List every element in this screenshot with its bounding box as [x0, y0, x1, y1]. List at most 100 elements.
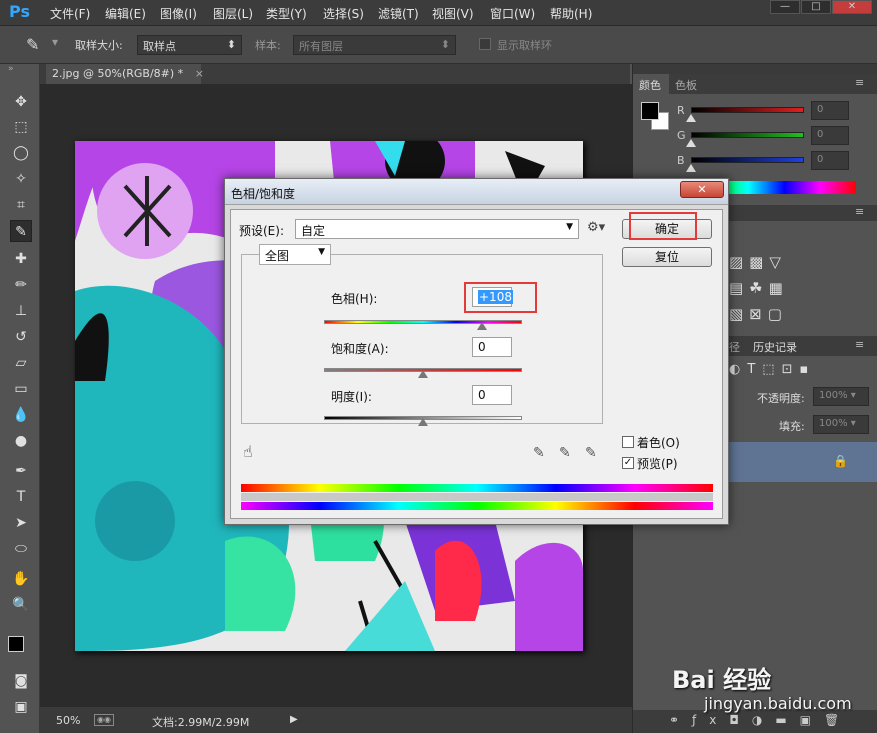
blur-tool-icon[interactable]: 💧 — [10, 404, 32, 426]
channel-slider-track[interactable] — [691, 107, 804, 113]
menu-item[interactable]: 选择(S) — [323, 5, 364, 22]
preset-value: 自定 — [301, 224, 326, 238]
status-bar: 50% ◉◉ 文档:2.99M/2.99M ▶ — [40, 706, 632, 733]
menu-item[interactable]: 视图(V) — [432, 5, 474, 22]
layers-panel-menu-icon[interactable]: ≡ — [855, 338, 864, 351]
colorize-checkbox[interactable] — [622, 436, 634, 448]
menu-item[interactable]: 窗口(W) — [490, 5, 535, 22]
type-tool-icon[interactable]: T — [10, 486, 32, 508]
sample-label: 样本: — [255, 39, 281, 52]
channel-slider-track[interactable] — [691, 157, 804, 163]
lightness-input[interactable]: 0 — [472, 385, 512, 405]
screen-mode-icon[interactable]: ▣ — [10, 696, 32, 718]
sample-select[interactable]: 所有图层 ⬍ — [293, 35, 456, 55]
layer-row-background[interactable]: 🔒 — [729, 442, 877, 482]
document-tab[interactable]: 2.jpg @ 50%(RGB/8#) * × — [46, 64, 204, 84]
menu-item[interactable]: 图像(I) — [160, 5, 197, 22]
panel-dock-collapse-bar[interactable] — [633, 64, 877, 74]
dodge-tool-icon[interactable]: ● — [10, 430, 32, 452]
zoom-level[interactable]: 50% — [56, 714, 80, 727]
sample-size-select[interactable]: 取样点 ⬍ — [137, 35, 242, 55]
quick-select-tool-icon[interactable]: ✧ — [10, 168, 32, 190]
status-menu-arrow-icon[interactable]: ▶ — [290, 714, 298, 725]
restore-button[interactable]: □ — [801, 0, 831, 14]
subtract-from-sample-eyedropper-icon[interactable]: ✎ — [585, 445, 597, 461]
hue-slider-track[interactable] — [324, 320, 522, 324]
adjustment-icons-row2[interactable]: ▤☘▦ — [729, 279, 789, 297]
channel-value-input[interactable]: 0 — [811, 101, 849, 120]
channel-slider-track[interactable] — [691, 132, 804, 138]
layer-filter-icons[interactable]: ◐T⬚⊡▪ — [729, 362, 815, 377]
close-tab-icon[interactable]: × — [195, 67, 204, 80]
path-select-tool-icon[interactable]: ➤ — [10, 512, 32, 534]
preset-options-gear-icon[interactable]: ⚙▾ — [587, 220, 605, 235]
eyedropper-icon[interactable]: ✎ — [533, 445, 545, 461]
marquee-tool-icon[interactable]: ⬚ — [10, 116, 32, 138]
preset-select[interactable]: 自定 ▼ — [295, 219, 579, 239]
ellipse-tool-icon[interactable]: ⬭ — [10, 538, 32, 560]
menu-item[interactable]: 类型(Y) — [266, 5, 307, 22]
preset-label: 预设(E): — [239, 224, 284, 238]
hue-highlight-box — [464, 282, 537, 313]
menu-item[interactable]: 帮助(H) — [550, 5, 592, 22]
reset-button[interactable]: 复位 — [622, 247, 712, 267]
hue-slider-thumb[interactable] — [477, 322, 488, 330]
hand-tool-icon[interactable]: ✋ — [10, 568, 32, 590]
preview-label: 预览(P) — [637, 457, 678, 471]
lasso-tool-icon[interactable]: ◯ — [10, 142, 32, 164]
foreground-color-swatch[interactable] — [8, 636, 24, 652]
tab-paths-partial[interactable]: 径 — [729, 339, 740, 355]
channel-value-input[interactable]: 0 — [811, 126, 849, 145]
show-ring-checkbox[interactable] — [479, 38, 491, 50]
menu-item[interactable]: 滤镜(T) — [378, 5, 419, 22]
crop-tool-icon[interactable]: ⌗ — [10, 194, 32, 216]
saturation-slider-thumb[interactable] — [418, 370, 428, 378]
edit-range-select[interactable]: 全图 ▼ — [259, 244, 331, 265]
adjustments-panel-menu-icon[interactable]: ≡ — [855, 205, 864, 218]
eyedropper-tool-icon[interactable]: ✎ — [26, 35, 39, 54]
menu-item[interactable]: 图层(L) — [213, 5, 253, 22]
menu-item[interactable]: 编辑(E) — [105, 5, 146, 22]
channel-slider-thumb[interactable] — [686, 164, 696, 172]
range-indicator-bar — [241, 493, 713, 501]
dialog-close-button[interactable]: ✕ — [680, 181, 724, 198]
pen-tool-icon[interactable]: ✒ — [10, 460, 32, 482]
move-tool-icon[interactable]: ✥ — [10, 91, 32, 113]
preview-checkbox[interactable]: ✓ — [622, 457, 634, 469]
saturation-input[interactable]: 0 — [472, 337, 512, 357]
brush-tool-icon[interactable]: ✏ — [10, 274, 32, 296]
menu-item[interactable]: 文件(F) — [50, 5, 90, 22]
add-to-sample-eyedropper-icon[interactable]: ✎ — [559, 445, 571, 461]
adjustment-icons-row1[interactable]: ▨▩▽ — [729, 253, 787, 271]
eraser-tool-icon[interactable]: ▱ — [10, 352, 32, 374]
tab-swatches[interactable]: 色板 — [675, 77, 697, 93]
healing-brush-tool-icon[interactable]: ✚ — [10, 248, 32, 270]
history-brush-tool-icon[interactable]: ↺ — [10, 326, 32, 348]
lightness-slider-thumb[interactable] — [418, 418, 428, 426]
targeted-adjust-hand-icon[interactable]: ☝ — [243, 442, 253, 461]
layer-lock-icon: 🔒 — [833, 454, 848, 468]
opacity-input[interactable]: 100% ▾ — [813, 387, 869, 406]
close-window-button[interactable]: ✕ — [832, 0, 872, 14]
tab-history[interactable]: 历史记录 — [753, 339, 797, 355]
tool-preset-chevron-icon[interactable]: ▾ — [52, 35, 58, 49]
layer-action-icons[interactable]: ⚭ƒx◘◑▬▣🗑 — [669, 713, 852, 727]
fill-input[interactable]: 100% ▾ — [813, 415, 869, 434]
channel-slider-thumb[interactable] — [686, 139, 696, 147]
tab-color[interactable]: 颜色 — [633, 74, 669, 94]
minimize-button[interactable]: — — [770, 0, 800, 14]
gradient-tool-icon[interactable]: ▭ — [10, 378, 32, 400]
collapse-toolbox-icon[interactable]: » — [8, 64, 14, 74]
panel-foreground-swatch[interactable] — [641, 102, 659, 120]
channel-value-input[interactable]: 0 — [811, 151, 849, 170]
adjustment-icons-row3[interactable]: ▧⊠▢ — [729, 305, 788, 323]
zoom-tool-icon[interactable]: 🔍 — [10, 594, 32, 616]
ok-highlight-box — [629, 212, 697, 240]
status-toggle-icon[interactable]: ◉◉ — [94, 714, 114, 726]
clone-stamp-tool-icon[interactable]: ⊥ — [10, 300, 32, 322]
color-panel-menu-icon[interactable]: ≡ — [855, 76, 864, 89]
eyedropper-tool-icon[interactable]: ✎ — [10, 220, 32, 242]
quick-mask-icon[interactable]: ◙ — [10, 670, 32, 692]
dialog-title-bar[interactable]: 色相/饱和度 ✕ — [225, 179, 728, 205]
channel-slider-thumb[interactable] — [686, 114, 696, 122]
